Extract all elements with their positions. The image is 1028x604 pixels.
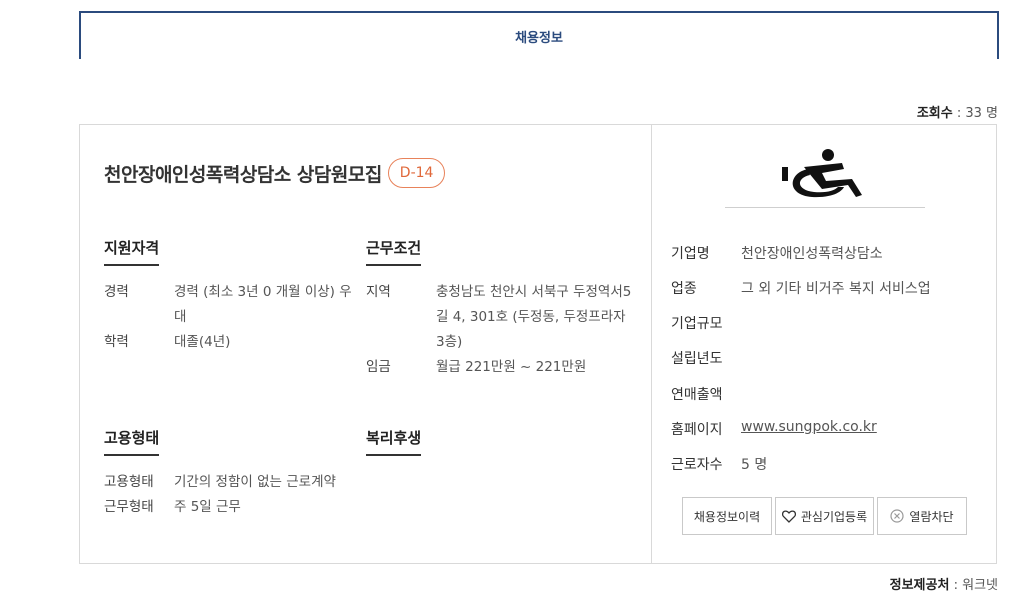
info-source: 정보제공처 : 워크넷 bbox=[890, 574, 998, 593]
row-key: 설립년도 bbox=[671, 351, 723, 367]
conditions-row-region: 지역 충청남도 천안시 서북구 두정역서5길 4, 301호 (두정동, 두정프… bbox=[366, 280, 636, 355]
company-row-name: 기업명 천안장애인성폭력상담소 bbox=[671, 243, 883, 263]
company-row-industry: 업종 그 외 기타 비거주 복지 서비스업 bbox=[671, 278, 931, 298]
section-heading: 지원자격 bbox=[104, 237, 160, 266]
company-row-employees: 근로자수 5 명 bbox=[671, 454, 767, 474]
conditions-row-wage: 임금 월급 221만원 ~ 221만원 bbox=[366, 355, 636, 380]
wheelchair-icon bbox=[782, 149, 862, 198]
row-key: 기업규모 bbox=[671, 316, 723, 332]
view-count: 조회수 : 33 명 bbox=[917, 102, 998, 121]
company-row-revenue: 연매출액 bbox=[671, 384, 741, 404]
row-value: 대졸(4년) bbox=[174, 334, 231, 350]
info-source-value: 워크넷 bbox=[962, 578, 998, 593]
view-count-value: 33 명 bbox=[965, 106, 998, 121]
row-value: 천안장애인성폭력상담소 bbox=[741, 246, 883, 262]
button-label: 채용정보이력 bbox=[693, 509, 761, 524]
row-key: 근무형태 bbox=[104, 499, 154, 515]
section-employment: 고용형태 고용형태 기간의 정함이 없는 근로계약 근무형태 주 5일 근무 bbox=[104, 427, 364, 520]
row-key: 연매출액 bbox=[671, 387, 723, 403]
row-value: 주 5일 근무 bbox=[174, 499, 241, 515]
row-value: 기간의 정함이 없는 근로계약 bbox=[174, 474, 336, 490]
employment-row-schedule: 근무형태 주 5일 근무 bbox=[104, 495, 364, 520]
qualification-row-education: 학력 대졸(4년) bbox=[104, 330, 364, 355]
row-key: 기업명 bbox=[671, 246, 710, 262]
company-row-size: 기업규모 bbox=[671, 313, 741, 333]
job-history-button[interactable]: 채용정보이력 bbox=[682, 497, 772, 535]
block-icon bbox=[890, 509, 905, 523]
company-row-founded: 설립년도 bbox=[671, 348, 741, 368]
section-heading: 근무조건 bbox=[366, 237, 422, 266]
section-conditions: 근무조건 지역 충청남도 천안시 서북구 두정역서5길 4, 301호 (두정동… bbox=[366, 237, 636, 380]
row-key: 고용형태 bbox=[104, 474, 154, 490]
info-source-sep: : bbox=[949, 578, 963, 593]
row-value: 경력 (최소 3년 0 개월 이상) 우대 bbox=[174, 284, 352, 325]
row-key: 임금 bbox=[366, 359, 391, 375]
dday-badge: D-14 bbox=[387, 158, 446, 188]
button-label: 열람차단 bbox=[909, 509, 954, 524]
block-viewing-button[interactable]: 열람차단 bbox=[877, 497, 967, 535]
row-key: 학력 bbox=[104, 334, 129, 350]
favorite-company-button[interactable]: 관심기업등록 bbox=[775, 497, 874, 535]
employment-row-type: 고용형태 기간의 정함이 없는 근로계약 bbox=[104, 470, 364, 495]
company-actions: 채용정보이력 관심기업등록 열람차단 bbox=[682, 497, 967, 535]
qualification-row-career: 경력 경력 (최소 3년 0 개월 이상) 우대 bbox=[104, 280, 364, 330]
job-detail-card: 천안장애인성폭력상담소 상담원모집 D-14 지원자격 경력 경력 (최소 3년… bbox=[79, 124, 997, 564]
row-key: 홈페이지 bbox=[671, 422, 723, 438]
row-value: 충청남도 천안시 서북구 두정역서5길 4, 301호 (두정동, 두정프라자 … bbox=[436, 284, 632, 350]
section-qualification: 지원자격 경력 경력 (최소 3년 0 개월 이상) 우대 학력 대졸(4년) bbox=[104, 237, 364, 355]
company-logo bbox=[725, 147, 925, 208]
view-count-sep: : bbox=[952, 106, 966, 121]
row-key: 근로자수 bbox=[671, 457, 723, 473]
row-key: 지역 bbox=[366, 284, 391, 300]
company-row-homepage: 홈페이지 www.sungpok.co.kr bbox=[671, 419, 877, 439]
job-summary: 천안장애인성폭력상담소 상담원모집 D-14 지원자격 경력 경력 (최소 3년… bbox=[80, 125, 652, 563]
company-info: 기업명 천안장애인성폭력상담소 업종 그 외 기타 비거주 복지 서비스업 기업… bbox=[652, 125, 997, 563]
job-title-row: 천안장애인성폭력상담소 상담원모집 D-14 bbox=[104, 158, 446, 188]
tab-job-info[interactable]: 채용정보 bbox=[79, 11, 999, 59]
row-value: 그 외 기타 비거주 복지 서비스업 bbox=[741, 281, 931, 297]
row-value: 5 명 bbox=[741, 457, 768, 473]
row-key: 경력 bbox=[104, 284, 129, 300]
job-title: 천안장애인성폭력상담소 상담원모집 bbox=[104, 163, 382, 186]
section-heading: 복리후생 bbox=[366, 427, 422, 456]
row-value: 월급 221만원 ~ 221만원 bbox=[436, 359, 587, 375]
section-heading: 고용형태 bbox=[104, 427, 160, 456]
tab-label: 채용정보 bbox=[515, 30, 563, 46]
heart-icon bbox=[781, 510, 796, 523]
button-label: 관심기업등록 bbox=[800, 509, 868, 524]
view-count-label: 조회수 bbox=[916, 106, 953, 121]
section-welfare: 복리후생 bbox=[366, 427, 626, 456]
row-key: 업종 bbox=[671, 281, 697, 297]
homepage-link[interactable]: www.sungpok.co.kr bbox=[741, 419, 877, 439]
info-source-label: 정보제공처 bbox=[889, 578, 950, 593]
